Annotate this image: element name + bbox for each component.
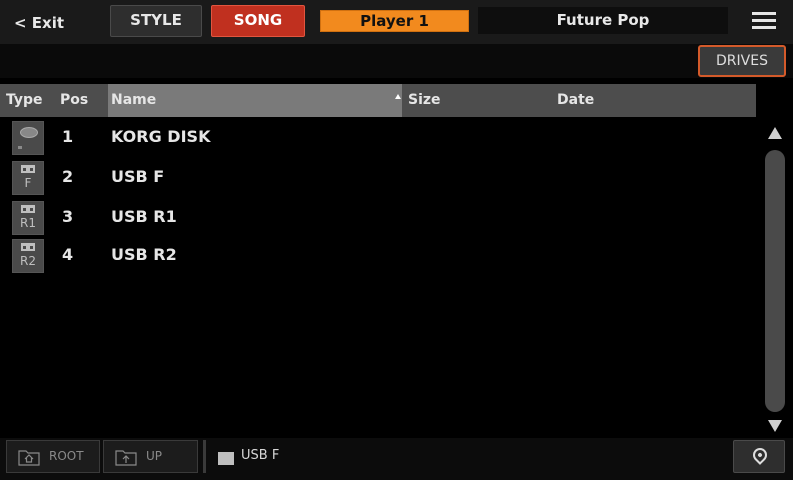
locate-button[interactable] bbox=[733, 440, 785, 473]
list-item-name: KORG DISK bbox=[111, 127, 211, 146]
column-header-size[interactable]: Size bbox=[403, 84, 553, 117]
sort-ascending-icon bbox=[395, 94, 401, 99]
home-folder-icon bbox=[18, 450, 40, 466]
song-mode-button[interactable]: SONG bbox=[211, 5, 305, 37]
location-pin-icon bbox=[750, 445, 770, 465]
usb-icon: F bbox=[12, 161, 44, 195]
list-item-pos: 3 bbox=[62, 207, 74, 226]
column-header-name[interactable]: Name bbox=[108, 84, 402, 117]
root-button[interactable]: ROOT bbox=[6, 440, 100, 473]
usb-icon: R1 bbox=[12, 201, 44, 235]
folder-icon bbox=[218, 452, 234, 465]
list-item[interactable]: R1 3 USB R1 bbox=[0, 198, 756, 236]
column-header-date[interactable]: Date bbox=[553, 84, 756, 117]
usb-port-tag: R1 bbox=[20, 216, 36, 230]
current-path: USB F bbox=[241, 448, 280, 463]
divider bbox=[203, 440, 206, 473]
toolbar-row bbox=[0, 44, 793, 78]
scroll-up-arrow-icon[interactable] bbox=[768, 127, 782, 139]
column-header-type[interactable]: Type bbox=[0, 84, 54, 117]
exit-button[interactable]: < Exit bbox=[4, 8, 94, 38]
scrollbar[interactable] bbox=[765, 150, 785, 412]
drives-button[interactable]: DRIVES bbox=[698, 45, 786, 77]
usb-icon: R2 bbox=[12, 239, 44, 273]
scroll-down-arrow-icon[interactable] bbox=[768, 420, 782, 432]
list-item[interactable]: R2 4 USB R2 bbox=[0, 236, 756, 274]
list-item[interactable]: 1 KORG DISK bbox=[0, 118, 756, 156]
list-item-pos: 2 bbox=[62, 167, 74, 186]
list-item-name: USB R1 bbox=[111, 207, 177, 226]
usb-port-tag: F bbox=[24, 176, 32, 190]
usb-port-tag: R2 bbox=[20, 254, 36, 268]
disk-icon bbox=[12, 121, 44, 155]
hamburger-menu-icon[interactable] bbox=[752, 12, 776, 32]
player-selector[interactable]: Player 1 bbox=[320, 10, 469, 32]
up-folder-icon bbox=[115, 450, 137, 466]
list-item[interactable]: F 2 USB F bbox=[0, 158, 756, 196]
root-label: ROOT bbox=[49, 449, 84, 463]
style-mode-button[interactable]: STYLE bbox=[110, 5, 202, 37]
list-item-pos: 4 bbox=[62, 245, 74, 264]
up-label: UP bbox=[146, 449, 163, 463]
list-header: Type Pos Name Size Date bbox=[0, 84, 756, 117]
column-header-pos[interactable]: Pos bbox=[54, 84, 108, 117]
up-button[interactable]: UP bbox=[103, 440, 198, 473]
list-item-pos: 1 bbox=[62, 127, 74, 146]
song-name-display[interactable]: Future Pop bbox=[478, 7, 728, 34]
list-item-name: USB R2 bbox=[111, 245, 177, 264]
list-item-name: USB F bbox=[111, 167, 165, 186]
